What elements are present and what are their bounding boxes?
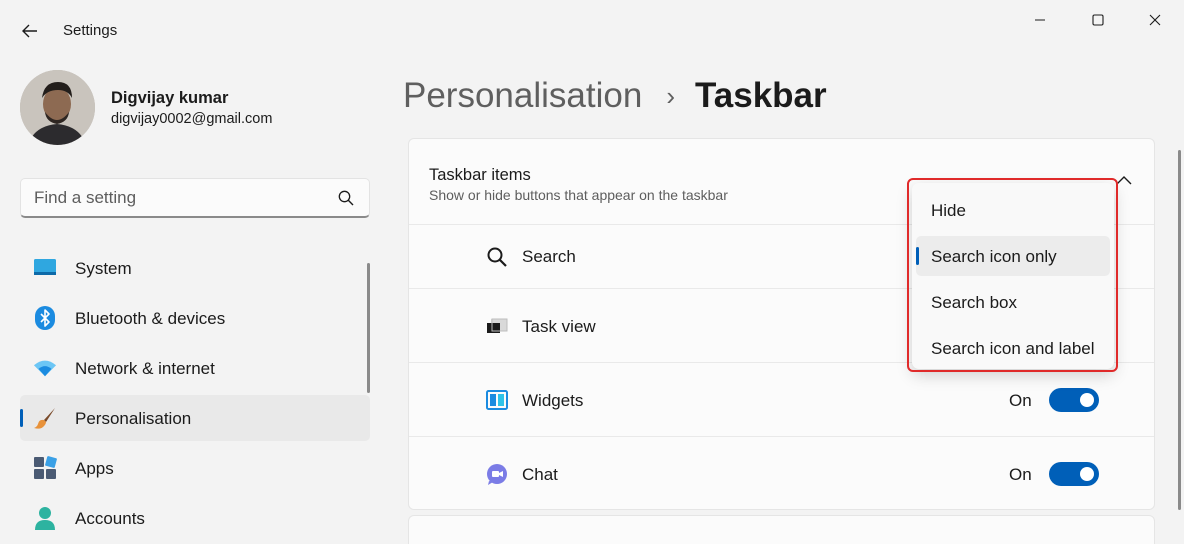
option-search-icon-only[interactable]: Search icon only xyxy=(916,236,1110,276)
sidebar-item-network[interactable]: Network & internet xyxy=(20,345,370,391)
back-arrow-icon xyxy=(22,24,37,38)
back-button[interactable] xyxy=(14,16,46,46)
search-icon[interactable] xyxy=(337,189,355,207)
section-title: Taskbar items xyxy=(429,166,531,184)
option-label: Search box xyxy=(931,293,1017,312)
sidebar-item-label: System xyxy=(75,259,132,278)
system-icon xyxy=(33,256,57,280)
option-hide[interactable]: Hide xyxy=(916,190,1110,230)
breadcrumb: Personalisation › Taskbar xyxy=(403,74,827,118)
brush-icon xyxy=(33,406,57,430)
main-scrollbar[interactable] xyxy=(1178,150,1181,510)
widgets-row: Widgets On xyxy=(409,363,1154,437)
option-label: Search icon only xyxy=(931,247,1057,266)
option-label: Hide xyxy=(931,201,966,220)
widgets-toggle[interactable] xyxy=(1049,388,1099,412)
user-email: digvijay0002@gmail.com xyxy=(111,111,273,127)
option-search-icon-and-label[interactable]: Search icon and label xyxy=(916,328,1110,368)
option-search-box[interactable]: Search box xyxy=(916,282,1110,322)
apps-icon xyxy=(33,456,57,480)
next-section-card[interactable] xyxy=(408,515,1155,544)
sidebar-item-label: Network & internet xyxy=(75,359,215,378)
toggle-knob xyxy=(1080,393,1094,407)
page-title: Taskbar xyxy=(694,76,827,115)
maximize-button[interactable] xyxy=(1075,6,1121,34)
minimize-button[interactable] xyxy=(1017,6,1063,34)
row-label: Search xyxy=(522,247,576,266)
sidebar-item-label: Apps xyxy=(75,459,114,478)
task-view-icon xyxy=(485,314,509,338)
sidebar-item-label: Personalisation xyxy=(75,409,192,428)
search-box[interactable] xyxy=(20,178,370,218)
search-input[interactable] xyxy=(34,187,324,208)
row-label: Chat xyxy=(522,465,558,484)
chat-icon xyxy=(485,462,509,486)
section-subtitle: Show or hide buttons that appear on the … xyxy=(429,187,728,203)
sidebar-item-system[interactable]: System xyxy=(20,245,370,291)
sidebar-item-apps[interactable]: Apps xyxy=(20,445,370,491)
sidebar-nav: System Bluetooth & devices Network & int… xyxy=(20,245,370,544)
breadcrumb-separator: › xyxy=(666,80,675,111)
sidebar-item-accounts[interactable]: Accounts xyxy=(20,495,370,541)
toggle-state-label: On xyxy=(1009,465,1032,484)
option-label: Search icon and label xyxy=(931,339,1095,358)
app-title: Settings xyxy=(63,22,118,39)
search-options-dropdown: Hide Search icon only Search box Search … xyxy=(912,183,1114,369)
accounts-icon xyxy=(33,506,57,530)
sidebar-item-label: Bluetooth & devices xyxy=(75,309,226,328)
avatar[interactable] xyxy=(20,70,95,145)
sidebar-item-label: Accounts xyxy=(75,509,145,528)
sidebar-scrollbar[interactable] xyxy=(367,263,370,393)
chat-toggle[interactable] xyxy=(1049,462,1099,486)
toggle-knob xyxy=(1080,467,1094,481)
minimize-icon xyxy=(1035,19,1045,21)
chat-row: Chat On xyxy=(409,437,1154,509)
user-name: Digvijay kumar xyxy=(111,89,229,107)
chevron-up-icon[interactable] xyxy=(1115,173,1133,187)
close-icon xyxy=(1149,14,1161,26)
breadcrumb-parent[interactable]: Personalisation xyxy=(403,76,642,116)
row-label: Task view xyxy=(522,317,596,336)
sidebar-item-personalisation[interactable]: Personalisation xyxy=(20,395,370,441)
close-button[interactable] xyxy=(1132,6,1178,34)
wifi-icon xyxy=(33,356,57,380)
bluetooth-icon xyxy=(33,306,57,330)
search-icon xyxy=(485,245,509,269)
maximize-icon xyxy=(1092,14,1104,26)
title-bar: Settings xyxy=(0,0,1184,60)
user-photo xyxy=(20,70,95,145)
widgets-icon xyxy=(485,388,509,412)
toggle-state-label: On xyxy=(1009,391,1032,410)
row-label: Widgets xyxy=(522,391,584,410)
sidebar-item-bluetooth[interactable]: Bluetooth & devices xyxy=(20,295,370,341)
